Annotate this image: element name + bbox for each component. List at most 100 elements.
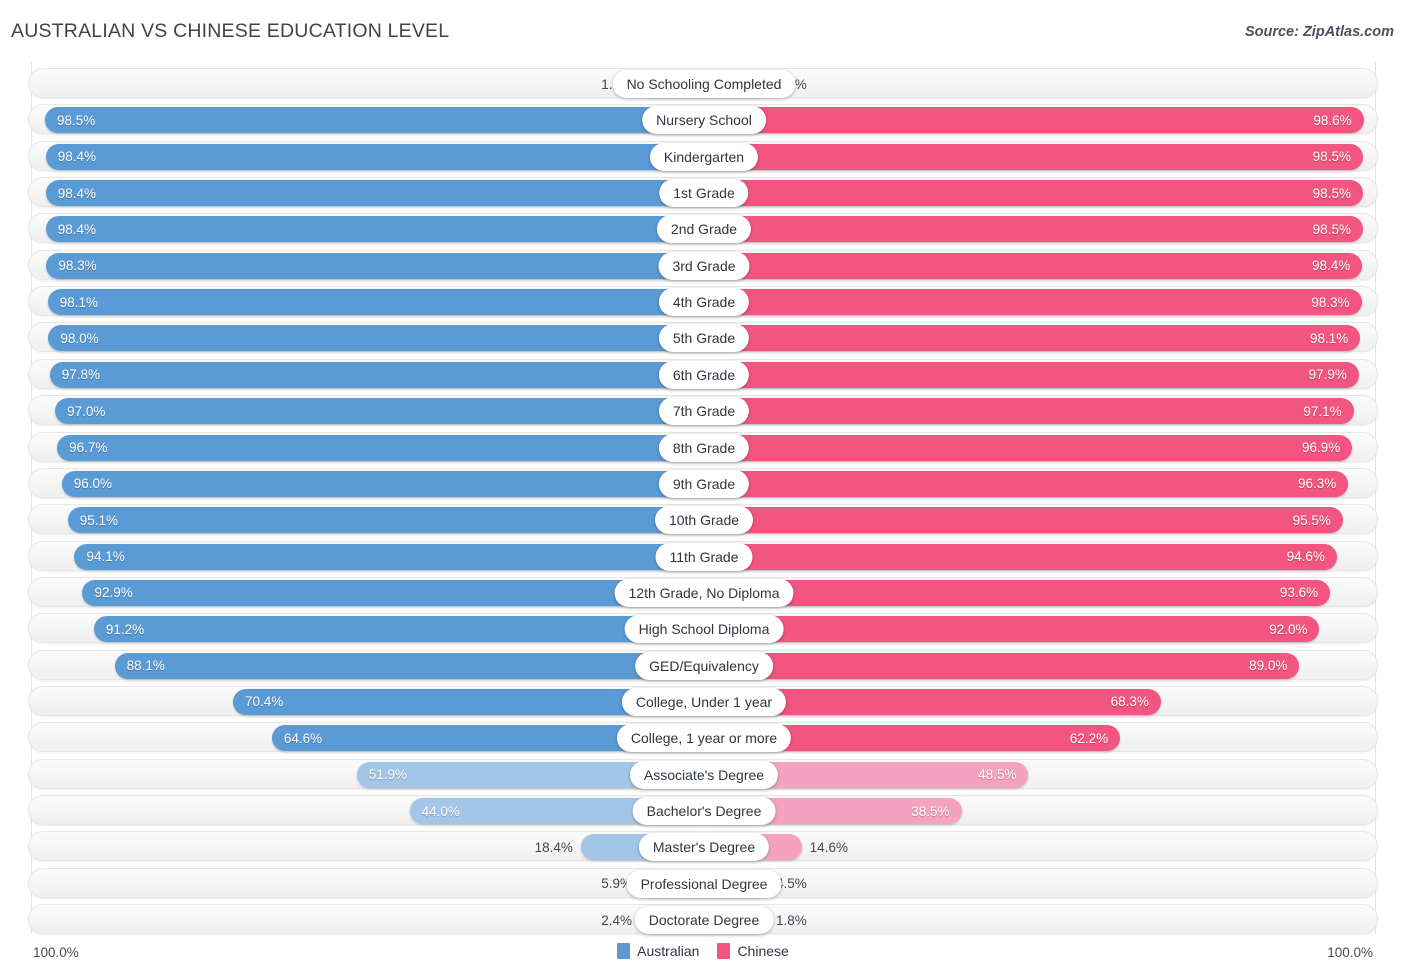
- bar-australian: 98.4%: [45, 216, 704, 243]
- category-label: Professional Degree: [626, 869, 782, 898]
- header: AUSTRALIAN VS CHINESE EDUCATION LEVEL So…: [0, 0, 1406, 60]
- bar-chinese: 98.5%: [704, 216, 1363, 243]
- bar-value-label: 98.6%: [1313, 112, 1352, 128]
- category-label: 6th Grade: [658, 360, 750, 389]
- bar-value-label: 98.0%: [60, 330, 99, 346]
- row-bars: 97.0% 97.1% 7th Grade: [29, 396, 1379, 426]
- bar-chinese: 98.6%: [704, 107, 1364, 134]
- chart-area: 1.6% 1.5%No Schooling Completed 98.5% 98.6%…: [0, 62, 1406, 935]
- bar-australian: 94.1%: [74, 543, 704, 570]
- row-bars: 98.4% 98.5% Kindergarten: [29, 142, 1379, 172]
- category-label: 4th Grade: [658, 288, 750, 317]
- row-bars: 94.1% 94.6% 11th Grade: [29, 542, 1379, 572]
- bar-value-label: 4.5%: [776, 876, 807, 892]
- bar-value-label: 98.5%: [1312, 149, 1351, 165]
- category-label: 11th Grade: [655, 542, 753, 571]
- bar-value-label: 1.8%: [776, 912, 807, 928]
- table-row: 97.8% 97.9% 6th Grade: [28, 358, 1379, 390]
- category-label: Nursery School: [642, 106, 766, 135]
- chart-footer: 100.0% 100.0% Australian Chinese: [0, 934, 1406, 975]
- row-bars: 44.0% 38.5% Bachelor's Degree: [29, 796, 1379, 826]
- bar-value-label: 70.4%: [245, 694, 284, 710]
- bar-chinese: 98.3%: [704, 289, 1362, 316]
- table-row: 98.4% 98.5% 1st Grade: [28, 177, 1379, 208]
- bar-value-label: 95.5%: [1292, 512, 1331, 528]
- bar-value-label: 5.9%: [601, 876, 632, 892]
- bar-australian: 96.0%: [61, 470, 704, 497]
- bar-value-label: 97.0%: [67, 403, 106, 419]
- legend-swatch-icon: [717, 943, 731, 959]
- bar-value-label: 98.3%: [1311, 294, 1350, 310]
- bar-value-label: 89.0%: [1249, 658, 1288, 674]
- bar-value-label: 68.3%: [1110, 694, 1149, 710]
- bar-chinese: 98.4%: [704, 252, 1363, 279]
- table-row: 96.0% 96.3% 9th Grade: [28, 467, 1379, 499]
- bar-value-label: 64.6%: [283, 730, 323, 746]
- bar-value-label: 94.1%: [86, 549, 125, 565]
- legend-label: Chinese: [737, 943, 789, 959]
- row-bars: 1.6% 1.5%No Schooling Completed: [29, 69, 1379, 99]
- category-label: Doctorate Degree: [634, 906, 774, 935]
- bar-value-label: 14.6%: [809, 839, 848, 855]
- table-row: 88.1% 89.0% GED/Equivalency: [28, 649, 1379, 681]
- category-label: 10th Grade: [654, 506, 754, 535]
- bar-chinese: 97.9%: [704, 361, 1359, 388]
- bar-australian: 91.2%: [93, 616, 704, 643]
- bar-australian: 98.4%: [45, 143, 704, 170]
- row-bars: 70.4% 68.3% College, Under 1 year: [29, 687, 1379, 717]
- table-row: 2.4% 1.8% Doctorate Degree: [28, 904, 1378, 935]
- bar-value-label: 18.4%: [534, 839, 573, 855]
- bar-chinese: 98.5%: [704, 143, 1363, 170]
- bar-value-label: 91.2%: [105, 621, 145, 637]
- category-label: GED/Equivalency: [635, 651, 773, 680]
- table-row: 96.7% 96.9% 8th Grade: [28, 431, 1378, 462]
- bar-australian: 96.7%: [57, 434, 704, 461]
- row-bars: 96.0% 96.3% 9th Grade: [29, 469, 1379, 499]
- page-title: AUSTRALIAN VS CHINESE EDUCATION LEVEL: [11, 20, 450, 42]
- bar-value-label: 1.6%: [29, 69, 632, 99]
- row-bars: 97.8% 97.9% 6th Grade: [29, 360, 1379, 390]
- bar-value-label: 2.4%: [601, 912, 632, 928]
- row-bars: 88.1% 89.0% GED/Equivalency: [29, 651, 1379, 681]
- bar-australian: 97.0%: [55, 398, 704, 425]
- bar-australian: 95.1%: [67, 507, 704, 534]
- table-row: 94.1% 94.6% 11th Grade: [28, 540, 1379, 572]
- row-bars: 98.4% 98.5% 1st Grade: [29, 178, 1379, 208]
- table-row: 98.4% 98.5% 2nd Grade: [28, 213, 1379, 244]
- bar-australian: 97.8%: [49, 361, 704, 388]
- row-bars: 51.9% 48.5% Associate's Degree: [29, 760, 1379, 790]
- bar-value-label: 98.4%: [57, 221, 96, 237]
- bar-value-label: 48.5%: [978, 767, 1017, 783]
- table-row: 92.9% 93.6% 12th Grade, No Diploma: [28, 576, 1379, 608]
- bar-australian: 98.3%: [46, 252, 704, 279]
- bar-australian: 88.1%: [114, 652, 704, 679]
- bar-value-label: 98.5%: [1312, 185, 1351, 201]
- bar-value-label: 96.7%: [69, 440, 108, 455]
- row-bars: 91.2% 92.0% High School Diploma: [29, 614, 1379, 644]
- row-bars: 98.5% 98.6% Nursery School: [29, 105, 1379, 135]
- bar-value-label: 98.3%: [58, 258, 97, 274]
- bar-australian: 92.9%: [82, 579, 704, 606]
- row-bars: 98.4% 98.5% 2nd Grade: [29, 214, 1379, 244]
- bar-chinese: 98.5%: [704, 180, 1363, 207]
- bar-value-label: 38.5%: [911, 803, 950, 819]
- bar-value-label: 96.9%: [1301, 440, 1341, 455]
- table-row: 98.0% 98.1% 5th Grade: [28, 322, 1378, 353]
- category-label: Associate's Degree: [629, 760, 779, 789]
- table-row: 95.1% 95.5% 10th Grade: [28, 504, 1378, 535]
- table-row: 5.9% 4.5% Professional Degree: [28, 867, 1378, 898]
- category-label: Kindergarten: [649, 142, 759, 171]
- bar-chinese: 96.3%: [704, 470, 1349, 497]
- category-label: Master's Degree: [638, 833, 770, 862]
- row-bars: 98.3% 98.4% 3rd Grade: [29, 251, 1379, 281]
- category-label: 12th Grade, No Diploma: [614, 578, 794, 607]
- bar-australian: 98.4%: [45, 180, 704, 207]
- category-label: 7th Grade: [658, 397, 750, 426]
- category-label: 8th Grade: [658, 433, 750, 462]
- row-bars: 92.9% 93.6% 12th Grade, No Diploma: [29, 578, 1379, 608]
- bar-value-label: 97.1%: [1303, 403, 1342, 419]
- bar-value-label: 96.0%: [73, 476, 113, 492]
- bar-value-label: 44.0%: [421, 803, 460, 819]
- legend-item: Australian: [617, 943, 699, 959]
- bar-chinese: 98.1%: [704, 325, 1361, 352]
